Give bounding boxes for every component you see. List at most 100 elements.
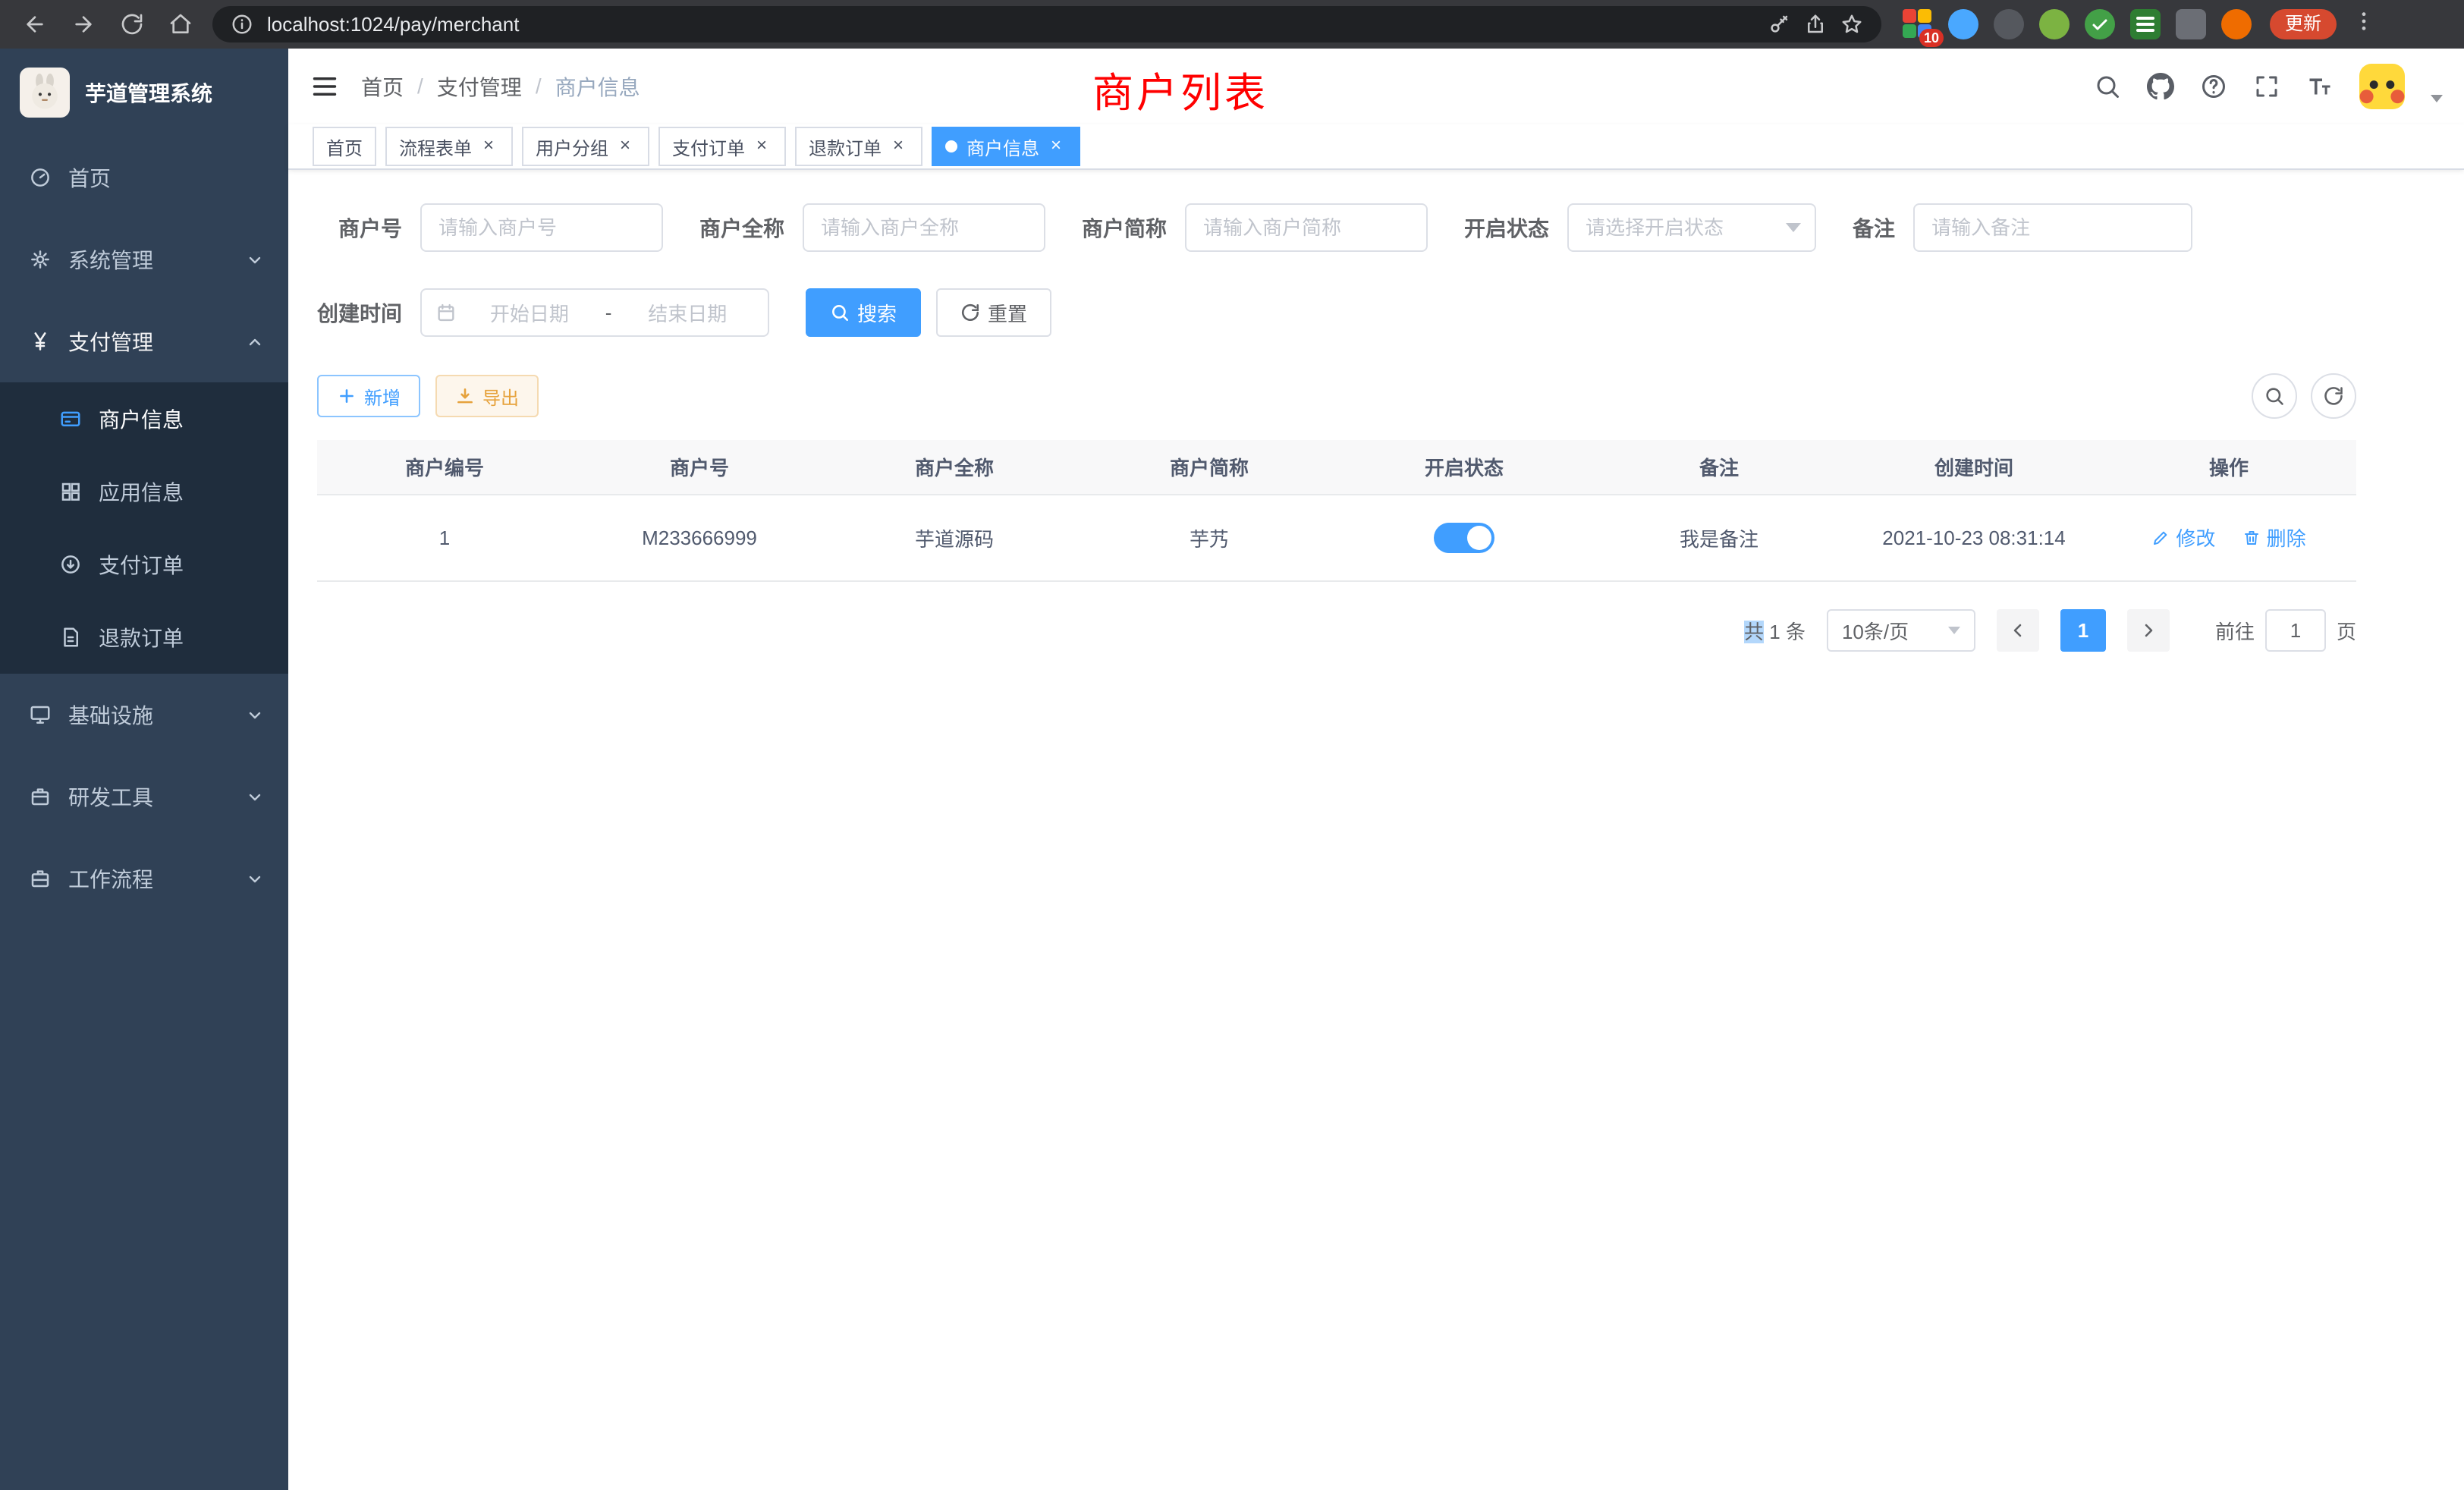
tab-label: 用户分组	[536, 134, 608, 160]
sidebar-item-payment[interactable]: 支付管理	[0, 300, 288, 382]
merchant-no-input[interactable]	[420, 203, 663, 252]
pencil-icon	[2151, 529, 2170, 547]
extensions-grid-icon[interactable]: 10	[1903, 9, 1933, 39]
delete-link[interactable]: 删除	[2242, 523, 2306, 552]
tab-pay-order[interactable]: 支付订单 ×	[658, 127, 786, 166]
edit-link[interactable]: 修改	[2151, 523, 2215, 552]
search-button[interactable]: 搜索	[806, 288, 921, 337]
pagination-total: 共 1 条	[1744, 617, 1806, 645]
extension-blue-icon[interactable]	[1948, 9, 1978, 39]
cell-merchant-id: 1	[317, 495, 572, 581]
browser-home-icon[interactable]	[158, 3, 203, 46]
document-icon	[59, 626, 82, 649]
sidebar-item-refund-order[interactable]: 退款订单	[0, 601, 288, 674]
cell-status	[1337, 495, 1592, 581]
range-separator: -	[602, 301, 615, 325]
reset-button[interactable]: 重置	[936, 288, 1051, 337]
sidebar-item-workflow[interactable]: 工作流程	[0, 838, 288, 919]
extension-dark-icon[interactable]	[1994, 9, 2024, 39]
tab-close-icon[interactable]: ×	[888, 136, 909, 157]
tab-label: 退款订单	[809, 134, 882, 160]
pagination: 共 1 条 10条/页 1 前往 页	[317, 609, 2356, 652]
end-date-placeholder[interactable]: 结束日期	[621, 299, 754, 327]
sidebar-item-system[interactable]: 系统管理	[0, 218, 288, 300]
breadcrumb-home[interactable]: 首页	[361, 71, 404, 102]
extension-notes-icon[interactable]	[2130, 9, 2161, 39]
remark-input[interactable]	[1913, 203, 2192, 252]
tab-label: 商户信息	[966, 134, 1039, 160]
full-name-input[interactable]	[803, 203, 1045, 252]
prev-page-button[interactable]	[1997, 609, 2039, 652]
sidebar-item-pay-order[interactable]: 支付订单	[0, 528, 288, 601]
date-range-picker[interactable]: 开始日期 - 结束日期	[420, 288, 769, 337]
short-name-input[interactable]	[1185, 203, 1428, 252]
sidebar-item-infrastructure[interactable]: 基础设施	[0, 674, 288, 756]
tab-process-form[interactable]: 流程表单 ×	[385, 127, 513, 166]
grid-icon	[59, 480, 82, 503]
top-navbar: 首页 / 支付管理 / 商户信息 商户列表	[288, 49, 2464, 124]
next-page-button[interactable]	[2127, 609, 2170, 652]
browser-update-button[interactable]: 更新	[2270, 9, 2337, 39]
tab-user-group[interactable]: 用户分组 ×	[522, 127, 649, 166]
github-icon[interactable]	[2147, 73, 2174, 100]
breadcrumb-separator: /	[417, 74, 423, 99]
tab-close-icon[interactable]: ×	[614, 136, 636, 157]
tab-label: 支付订单	[672, 134, 745, 160]
breadcrumb-separator: /	[536, 74, 542, 99]
sidebar-item-merchant-info[interactable]: 商户信息	[0, 382, 288, 455]
goto-page-input[interactable]	[2265, 609, 2326, 652]
extension-check-icon[interactable]	[2085, 9, 2115, 39]
page-size-select[interactable]: 10条/页	[1827, 609, 1975, 652]
annotation-merchant-list: 商户列表	[1092, 59, 1268, 119]
refresh-icon	[960, 303, 980, 322]
address-bar[interactable]: localhost:1024/pay/merchant	[212, 6, 1881, 42]
extension-avatar-icon[interactable]	[2039, 9, 2070, 39]
sidebar-item-label: 基础设施	[68, 699, 229, 730]
tab-merchant-info[interactable]: 商户信息 ×	[932, 127, 1080, 166]
page-number-1[interactable]: 1	[2060, 609, 2106, 652]
hamburger-icon[interactable]	[288, 49, 361, 124]
search-icon[interactable]	[2094, 73, 2121, 100]
sidebar-submenu-payment: 商户信息 应用信息 支付订单	[0, 382, 288, 674]
add-button-label: 新增	[364, 383, 401, 410]
refresh-table-button[interactable]	[2311, 373, 2356, 419]
tab-close-icon[interactable]: ×	[478, 136, 499, 157]
password-key-icon[interactable]	[1768, 13, 1790, 36]
sidebar-item-home[interactable]: 首页	[0, 137, 288, 218]
bookmark-star-icon[interactable]	[1840, 13, 1863, 36]
tab-close-icon[interactable]: ×	[1045, 136, 1067, 157]
url-text[interactable]: localhost:1024/pay/merchant	[267, 13, 1754, 36]
fullscreen-icon[interactable]	[2253, 73, 2280, 100]
extension-profile-icon[interactable]	[2221, 9, 2252, 39]
user-menu-caret-icon[interactable]	[2431, 95, 2443, 102]
status-toggle[interactable]	[1434, 523, 1494, 553]
tab-refund-order[interactable]: 退款订单 ×	[795, 127, 922, 166]
chevron-down-icon	[246, 869, 264, 888]
user-avatar[interactable]	[2359, 64, 2405, 109]
download-icon	[455, 386, 475, 406]
table-quick-actions	[2252, 373, 2356, 419]
export-button[interactable]: 导出	[435, 375, 539, 417]
site-info-icon[interactable]	[231, 13, 253, 36]
font-size-icon[interactable]	[2306, 73, 2334, 100]
sidebar-item-app-info[interactable]: 应用信息	[0, 455, 288, 528]
start-date-placeholder[interactable]: 开始日期	[463, 299, 596, 327]
sidebar-item-label: 商户信息	[99, 404, 288, 434]
share-icon[interactable]	[1804, 13, 1827, 36]
cell-merchant-no: M233666999	[572, 495, 827, 581]
search-button-label: 搜索	[857, 299, 897, 327]
tab-home[interactable]: 首页	[313, 127, 376, 166]
status-select[interactable]	[1567, 203, 1816, 252]
main-area: 首页 / 支付管理 / 商户信息 商户列表	[288, 49, 2464, 1490]
add-button[interactable]: 新增	[317, 375, 420, 417]
help-icon[interactable]	[2200, 73, 2227, 100]
browser-menu-icon[interactable]	[2352, 9, 2376, 39]
browser-reload-icon[interactable]	[109, 3, 155, 46]
tab-close-icon[interactable]: ×	[751, 136, 772, 157]
extension-puzzle-icon[interactable]	[2176, 9, 2206, 39]
sidebar-item-dev-tools[interactable]: 研发工具	[0, 756, 288, 838]
breadcrumb-payment[interactable]: 支付管理	[437, 71, 522, 102]
browser-back-icon[interactable]	[12, 3, 58, 46]
browser-forward-icon[interactable]	[61, 3, 106, 46]
toggle-search-button[interactable]	[2252, 373, 2297, 419]
